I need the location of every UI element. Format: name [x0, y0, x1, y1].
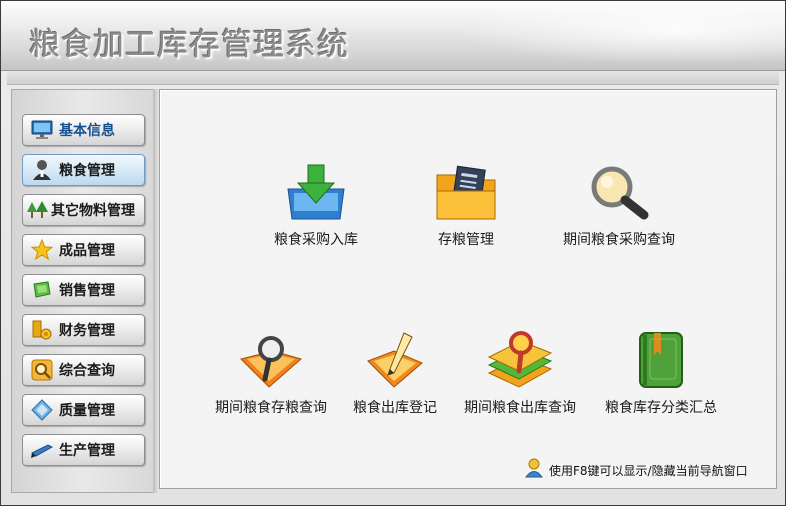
sidebar-item-production[interactable]: 生产管理: [22, 434, 145, 466]
folder-document-icon: [431, 159, 501, 221]
magnifier-icon: [584, 159, 654, 221]
sidebar-item-finance[interactable]: 财务管理: [22, 314, 145, 346]
tile-grain-storage[interactable]: 存粮管理: [431, 159, 501, 249]
pen-icon: [29, 437, 55, 463]
star-icon: [29, 237, 55, 263]
sidebar-item-label: 质量管理: [59, 403, 115, 419]
sidebar-item-label: 其它物料管理: [51, 203, 135, 219]
tile-label: 存粮管理: [438, 232, 494, 248]
books-magnifier-icon: [485, 327, 555, 389]
title-bar: 粮食加工库存管理系统: [1, 1, 785, 71]
user-hint-icon: [525, 458, 543, 482]
header-strip: [7, 71, 779, 85]
tile-period-grain-stock-query[interactable]: 期间粮食存粮查询: [207, 327, 335, 417]
tile-label: 粮食库存分类汇总: [605, 400, 717, 416]
tile-label: 期间粮食出库查询: [464, 400, 576, 416]
sidebar-item-query[interactable]: 综合查询: [22, 354, 145, 386]
search-panel-icon: [29, 357, 55, 383]
sidebar-item-grain[interactable]: 粮食管理: [22, 154, 145, 186]
diamond-icon: [29, 397, 55, 423]
tile-grain-inventory-summary[interactable]: 粮食库存分类汇总: [597, 327, 725, 417]
sidebar-item-label: 销售管理: [59, 283, 115, 299]
trees-icon: [25, 197, 51, 223]
sidebar-item-label: 成品管理: [59, 243, 115, 259]
tile-grain-purchase-in[interactable]: 粮食采购入库: [263, 159, 369, 249]
sidebar-item-basic-info[interactable]: 基本信息: [22, 114, 145, 146]
folder-magnifier-icon: [236, 327, 306, 389]
tile-period-grain-outbound-query[interactable]: 期间粮食出库查询: [456, 327, 584, 417]
sidebar-item-label: 基本信息: [59, 123, 115, 139]
user-icon: [29, 157, 55, 183]
ticket-icon: [29, 277, 55, 303]
green-book-icon: [626, 327, 696, 389]
sidebar-item-products[interactable]: 成品管理: [22, 234, 145, 266]
monitor-icon: [29, 117, 55, 143]
tile-label: 期间粮食存粮查询: [215, 400, 327, 416]
app-window: 粮食加工库存管理系统 基本信息 粮食管理 其它物料管理 成品管理 销售管理 财务…: [0, 0, 786, 506]
main-panel: [159, 89, 777, 489]
navigation-tip: 使用F8键可以显示/隐藏当前导航窗口: [525, 458, 748, 482]
sidebar-item-label: 生产管理: [59, 443, 115, 459]
sidebar-item-label: 财务管理: [59, 323, 115, 339]
sidebar: 基本信息 粮食管理 其它物料管理 成品管理 销售管理 财务管理 综合查询 质量管…: [11, 89, 155, 493]
tile-grain-outbound-register[interactable]: 粮食出库登记: [347, 327, 443, 417]
app-title: 粮食加工库存管理系统: [29, 27, 349, 63]
sidebar-item-other-materials[interactable]: 其它物料管理: [22, 194, 145, 226]
tile-label: 粮食出库登记: [353, 400, 437, 416]
navigation-tip-text: 使用F8键可以显示/隐藏当前导航窗口: [549, 463, 748, 478]
sidebar-item-label: 粮食管理: [59, 163, 115, 179]
sidebar-item-label: 综合查询: [59, 363, 115, 379]
sidebar-item-quality[interactable]: 质量管理: [22, 394, 145, 426]
coins-icon: [29, 317, 55, 343]
folder-pen-icon: [360, 327, 430, 389]
tile-label: 粮食采购入库: [274, 232, 358, 248]
tile-label: 期间粮食采购查询: [563, 232, 675, 248]
tile-period-grain-purchase-query[interactable]: 期间粮食采购查询: [555, 159, 683, 249]
download-box-icon: [281, 159, 351, 221]
sidebar-item-sales[interactable]: 销售管理: [22, 274, 145, 306]
